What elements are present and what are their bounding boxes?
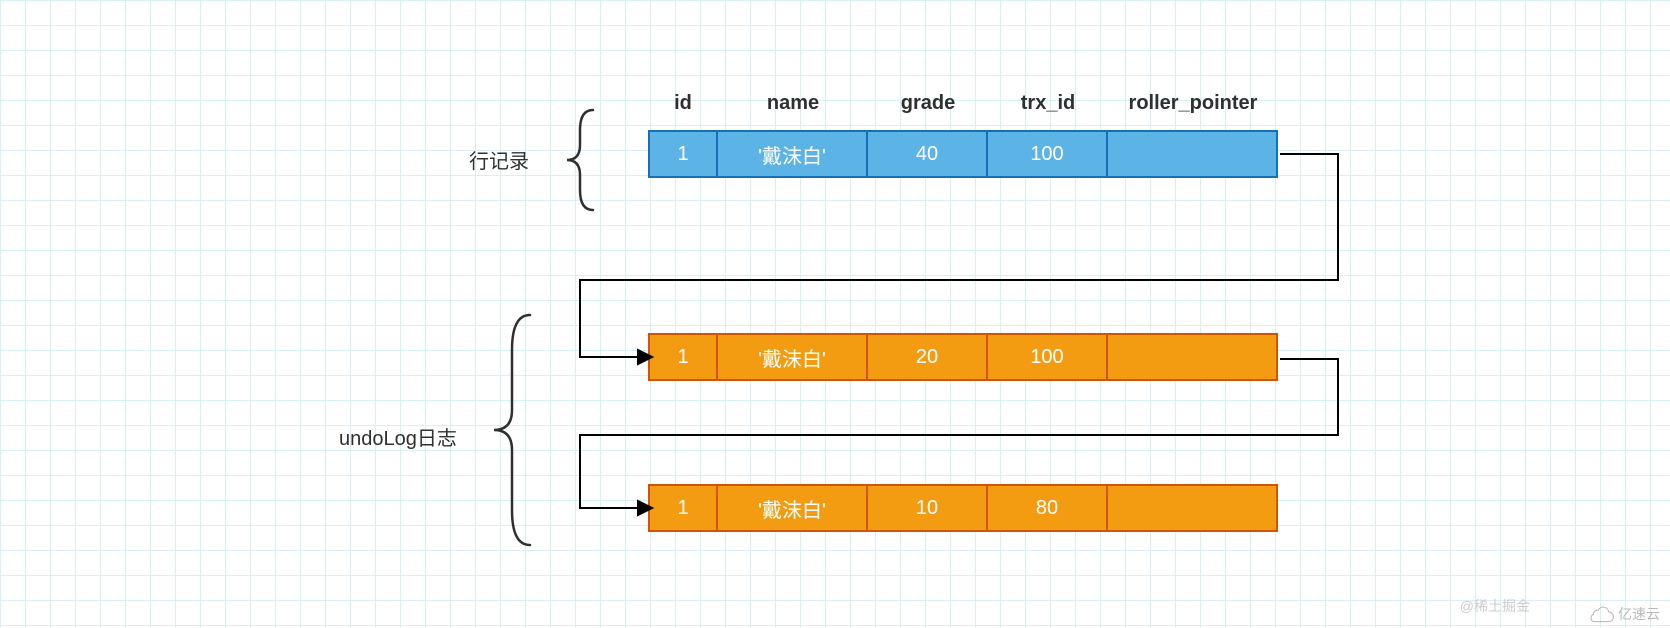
watermark-yisu-text: 亿速云 [1618, 604, 1660, 624]
column-headers: id name grade trx_id roller_pointer [648, 92, 1278, 115]
brace-undo-log [480, 310, 540, 550]
cloud-icon [1588, 605, 1614, 623]
arrow-pointer-1-to-2 [560, 150, 1350, 370]
header-roller-pointer: roller_pointer [1108, 92, 1278, 115]
label-undo-log: undoLog日志 [339, 422, 457, 451]
label-row-record: 行记录 [469, 145, 529, 174]
header-name: name [718, 92, 868, 115]
arrow-pointer-2-to-3 [560, 355, 1350, 525]
header-trx-id: trx_id [988, 92, 1108, 115]
header-grade: grade [868, 92, 988, 115]
watermark-juejin: @稀土掘金 [1460, 596, 1530, 616]
watermark-yisu: 亿速云 [1588, 604, 1660, 624]
header-id: id [648, 92, 718, 115]
